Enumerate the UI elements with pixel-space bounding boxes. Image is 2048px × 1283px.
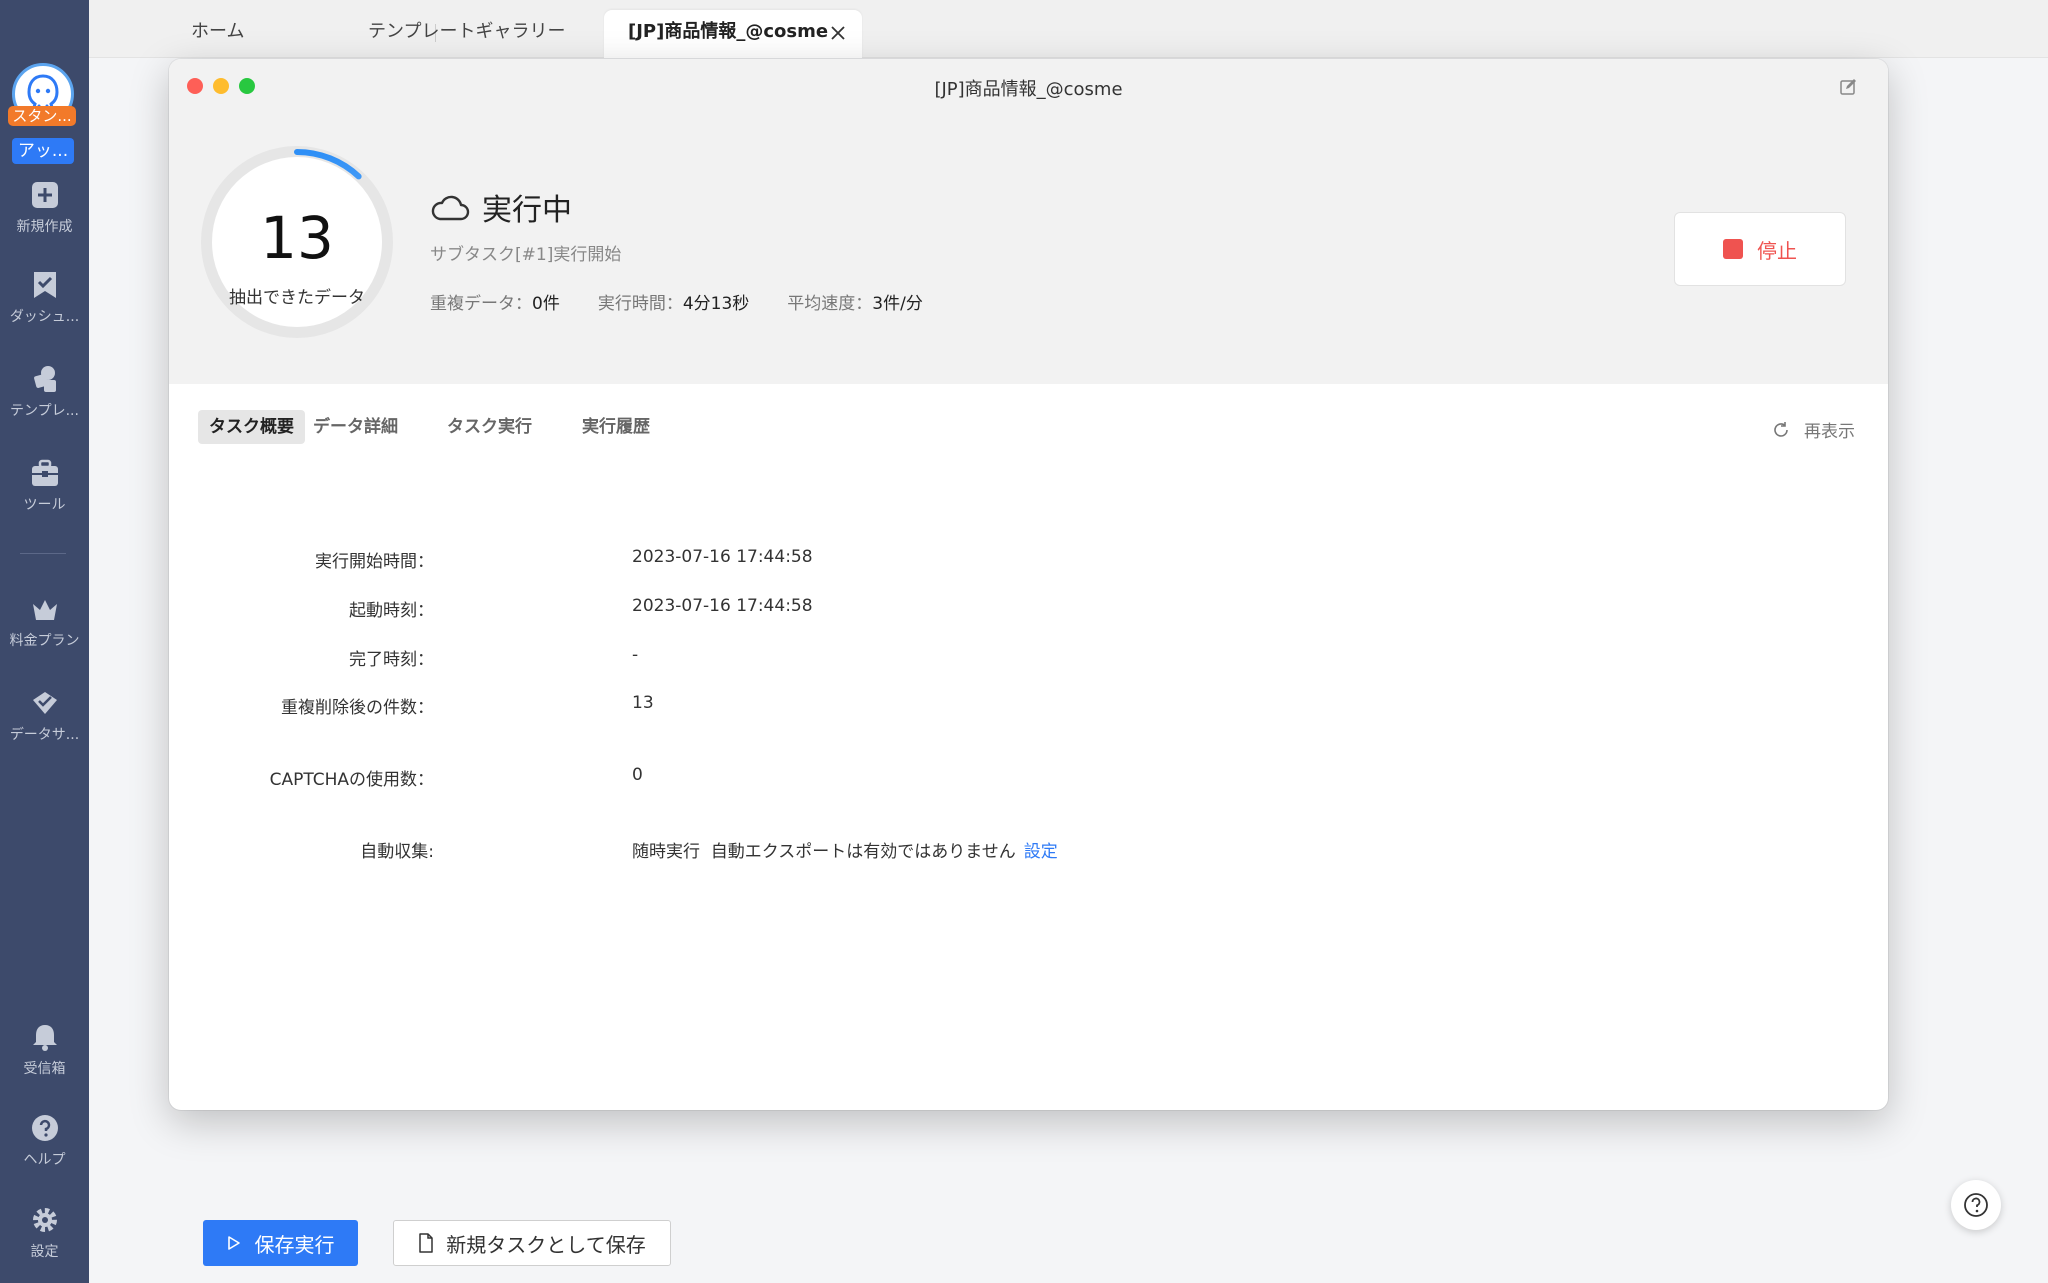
sidebar: スタン... アッ... 新規作成 ダッシュ... テンプレ... ツール 料金…	[0, 0, 89, 1283]
time-value: 4分13秒	[682, 294, 750, 314]
info-label: 重複削除後の件数：	[281, 698, 434, 718]
info-row-start-time: 実行開始時間：	[169, 547, 434, 572]
dialog-header: [JP]商品情報_@cosme 13 抽出できたデータ 実行中 サブタスク[#1…	[169, 59, 1888, 384]
upgrade-badge[interactable]: アッ...	[12, 138, 74, 164]
task-run-dialog: [JP]商品情報_@cosme 13 抽出できたデータ 実行中 サブタスク[#1…	[169, 59, 1888, 1110]
edit-icon[interactable]	[1838, 77, 1858, 97]
bookmark-check-icon	[33, 272, 56, 298]
floating-help-button[interactable]	[1951, 1180, 2001, 1230]
sidebar-item-new[interactable]: 新規作成	[0, 180, 89, 236]
toolbox-icon	[31, 459, 58, 486]
tab-template-gallery[interactable]: テンプレートギャラリー	[368, 10, 565, 58]
sidebar-item-label: 受信箱	[23, 1061, 66, 1077]
sidebar-item-label: 新規作成	[16, 219, 73, 235]
info-value: 2023-07-16 17:44:58	[632, 547, 813, 567]
document-icon	[419, 1233, 434, 1253]
sidebar-item-data-service[interactable]: データサ...	[0, 688, 89, 744]
info-value: 2023-07-16 17:44:58	[632, 596, 813, 616]
info-row-dedup-count: 重複削除後の件数：	[169, 693, 434, 718]
close-icon[interactable]	[830, 25, 846, 41]
info-value: 13	[632, 693, 654, 713]
tab-task-overview[interactable]: タスク概要	[198, 410, 305, 444]
tab-task-run[interactable]: タスク実行	[447, 410, 532, 444]
tab-data-detail[interactable]: データ詳細	[313, 410, 398, 444]
dialog-title: [JP]商品情報_@cosme	[934, 79, 1123, 100]
dup-value: 0件	[532, 294, 560, 314]
save-run-label: 保存実行	[254, 1232, 335, 1257]
sub-status: サブタスク[#1]実行開始	[430, 245, 622, 265]
speed-label: 平均速度：	[787, 294, 873, 314]
sidebar-divider	[20, 553, 66, 554]
stop-button[interactable]: 停止	[1674, 212, 1846, 286]
speed-value: 3件/分	[872, 294, 923, 314]
template-icon	[33, 366, 56, 392]
refresh-icon	[1774, 421, 1788, 437]
refresh-label: 再表示	[1804, 422, 1855, 442]
gear-icon	[32, 1208, 57, 1232]
sidebar-item-label: ダッシュ...	[9, 309, 80, 325]
info-value: 随時実行 自動エクスポートは有効ではありません 設定	[632, 837, 1058, 862]
info-row-captcha: CAPTCHAの使用数：	[169, 765, 434, 790]
info-row-finish-time: 完了時刻：	[169, 645, 434, 670]
stop-icon	[1723, 239, 1743, 259]
data-service-icon	[32, 692, 57, 714]
tab-run-history[interactable]: 実行履歴	[582, 410, 650, 444]
time-label: 実行時間：	[597, 294, 683, 314]
info-label: 自動収集:	[360, 842, 434, 862]
tab-active-label: [JP]商品情報_@cosme	[628, 21, 829, 42]
info-value: -	[632, 645, 639, 665]
info-value: 0	[632, 765, 643, 785]
info-row-launch-time: 起動時刻：	[169, 596, 434, 621]
info-label: CAPTCHAの使用数：	[269, 770, 434, 790]
sidebar-item-tools[interactable]: ツール	[0, 458, 89, 514]
run-stats: 重複データ：0件 実行時間：4分13秒 平均速度：3件/分	[430, 289, 923, 314]
cloud-icon	[431, 195, 470, 221]
info-label: 起動時刻：	[349, 601, 434, 621]
save-as-new-task-button[interactable]: 新規タスクとして保存	[393, 1220, 671, 1266]
progress-ring-center: 13 抽出できたデータ	[212, 157, 382, 327]
status-text: 実行中	[482, 193, 572, 228]
sidebar-item-template[interactable]: テンプレ...	[0, 364, 89, 420]
stop-label: 停止	[1757, 238, 1797, 263]
run-status: 実行中	[430, 187, 572, 228]
auto-collect-text: 随時実行 自動エクスポートは有効ではありません	[632, 842, 1016, 862]
save-run-button[interactable]: 保存実行	[203, 1220, 358, 1266]
sidebar-item-label: ツール	[23, 497, 66, 513]
tab-active-task[interactable]: [JP]商品情報_@cosme	[604, 10, 862, 58]
play-icon	[227, 1236, 240, 1250]
tab-bar: ホーム テンプレートギャラリー [JP]商品情報_@cosme	[89, 0, 2048, 58]
sidebar-item-label: テンプレ...	[10, 403, 79, 419]
help-icon	[31, 1115, 58, 1141]
bell-icon	[32, 1025, 57, 1051]
dup-label: 重複データ：	[430, 294, 532, 314]
sidebar-item-label: ヘルプ	[23, 1152, 66, 1168]
help-circle-icon	[1964, 1193, 1988, 1217]
sidebar-item-inbox[interactable]: 受信箱	[0, 1022, 89, 1078]
sidebar-item-dashboard[interactable]: ダッシュ...	[0, 270, 89, 326]
sidebar-item-label: 料金プラン	[9, 633, 80, 649]
sidebar-item-help[interactable]: ヘルプ	[0, 1113, 89, 1169]
auto-settings-link[interactable]: 設定	[1024, 842, 1058, 862]
sidebar-item-label: データサ...	[9, 727, 80, 743]
sidebar-item-settings[interactable]: 設定	[0, 1205, 89, 1261]
info-row-auto-collect: 自動収集:	[169, 837, 434, 862]
crown-icon	[32, 600, 57, 620]
progress-ring: 13 抽出できたデータ	[199, 144, 395, 340]
info-label: 完了時刻：	[349, 650, 434, 670]
extracted-count: 13	[260, 204, 334, 272]
sidebar-item-label: 設定	[30, 1244, 59, 1260]
sidebar-item-pricing[interactable]: 料金プラン	[0, 594, 89, 650]
plan-badge[interactable]: スタン...	[8, 106, 76, 126]
info-label: 実行開始時間：	[315, 552, 434, 572]
save-as-new-task-label: 新規タスクとして保存	[446, 1232, 646, 1257]
tab-home[interactable]: ホーム	[191, 10, 244, 58]
plus-square-icon	[31, 182, 58, 208]
refresh-button[interactable]: 再表示	[1772, 417, 1855, 442]
extracted-label: 抽出できたデータ	[229, 288, 365, 308]
